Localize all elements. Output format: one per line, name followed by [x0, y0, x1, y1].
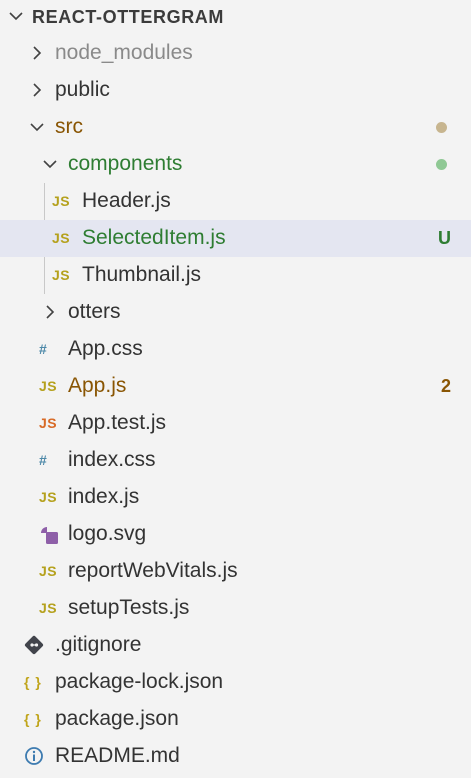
tree-item-label: Thumbnail.js [82, 263, 202, 286]
tree-item-label: otters [68, 300, 121, 323]
js-file-icon: JS [39, 489, 58, 505]
tree-item-label: logo.svg [68, 522, 147, 545]
tree-item-label: App.test.js [68, 411, 167, 434]
tree-item-label: index.css [68, 448, 156, 471]
js-file-icon: JS [39, 378, 58, 394]
tree-item-components[interactable]: components [0, 146, 471, 183]
tree-item-public[interactable]: public [0, 72, 471, 109]
js-file-icon: JS [52, 267, 71, 283]
tree-item-label: reportWebVitals.js [68, 559, 238, 582]
tree-item-setuptests-js[interactable]: JS setupTests.js [0, 590, 471, 627]
git-status-badge: U [438, 228, 451, 248]
tree-item-label: index.js [68, 485, 140, 508]
tree-item-logo-svg[interactable]: logo.svg [0, 516, 471, 553]
tree-item-reportwebvitals-js[interactable]: JS reportWebVitals.js [0, 553, 471, 590]
modified-dot-icon [436, 122, 447, 133]
css-file-icon: # [39, 452, 47, 468]
tree-item-label: src [55, 115, 83, 138]
tree-item-label: node_modules [55, 41, 193, 64]
tree-item-label: Header.js [82, 189, 171, 212]
git-file-icon [24, 635, 44, 655]
tree-item-label: public [55, 78, 110, 101]
js-file-icon: JS [39, 600, 58, 616]
test-js-file-icon: JS [39, 415, 58, 431]
tree-item-gitignore[interactable]: .gitignore [0, 627, 471, 664]
tree-item-otters[interactable]: otters [0, 294, 471, 331]
project-title: REACT-OTTERGRAM [32, 7, 224, 27]
svg-file-icon [41, 527, 58, 544]
js-file-icon: JS [52, 193, 71, 209]
chevron-down-icon[interactable] [6, 6, 26, 26]
tree-item-app-js[interactable]: JS App.js 2 [0, 368, 471, 405]
tree-item-label: SelectedItem.js [82, 226, 226, 249]
tree-item-label: README.md [55, 744, 180, 767]
chevron-right-icon [33, 83, 42, 97]
chevron-down-icon [43, 160, 57, 169]
chevron-down-icon [30, 123, 44, 132]
js-file-icon: JS [52, 230, 71, 246]
tree-item-label: App.css [68, 337, 143, 360]
tree-item-node-modules[interactable]: node_modules [0, 35, 471, 72]
json-file-icon: { } [24, 674, 42, 690]
tree-item-thumbnail-js[interactable]: JS Thumbnail.js [0, 257, 471, 294]
tree-item-src[interactable]: src [0, 109, 471, 146]
explorer-section-header[interactable]: REACT-OTTERGRAM [0, 0, 471, 34]
problems-count-badge: 2 [440, 376, 451, 396]
tree-item-label: package-lock.json [55, 670, 224, 693]
chevron-right-icon [33, 46, 42, 60]
json-file-icon: { } [24, 711, 42, 727]
tree-item-selecteditem-js[interactable]: JS SelectedItem.js U [0, 220, 471, 257]
css-file-icon: # [39, 341, 47, 357]
tree-item-package-lock-json[interactable]: { } package-lock.json [0, 664, 471, 701]
chevron-right-icon [46, 305, 55, 319]
tree-item-index-css[interactable]: # index.css [0, 442, 471, 479]
tree-item-label: App.js [68, 374, 127, 397]
tree-item-label: package.json [55, 707, 179, 730]
file-explorer: REACT-OTTERGRAM node_modules public src … [0, 0, 471, 778]
tree-item-label: .gitignore [55, 633, 142, 656]
tree-item-app-test-js[interactable]: JS App.test.js [0, 405, 471, 442]
info-icon [25, 747, 43, 765]
untracked-dot-icon [436, 159, 447, 170]
tree-item-index-js[interactable]: JS index.js [0, 479, 471, 516]
tree-item-header-js[interactable]: JS Header.js [0, 183, 471, 220]
js-file-icon: JS [39, 563, 58, 579]
tree-item-readme-md[interactable]: README.md [0, 738, 471, 775]
tree-item-app-css[interactable]: # App.css [0, 331, 471, 368]
tree-item-label: setupTests.js [68, 596, 190, 619]
tree-item-label: components [68, 152, 183, 175]
tree-item-package-json[interactable]: { } package.json [0, 701, 471, 738]
